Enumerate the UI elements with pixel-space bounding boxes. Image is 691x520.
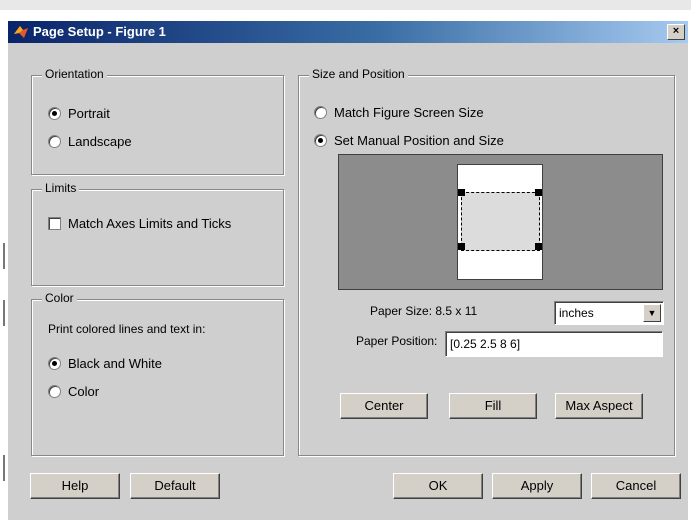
units-dropdown[interactable]: inches ▼	[554, 301, 664, 325]
ok-button[interactable]: OK	[393, 473, 483, 499]
figure-position-rect[interactable]	[461, 192, 540, 251]
paper-size-label: Paper Size: 8.5 x 11	[370, 304, 478, 318]
black-and-white-label: Black and White	[68, 356, 162, 371]
landscape-label: Landscape	[68, 134, 132, 149]
match-figure-screen-size-indicator[interactable]	[314, 106, 327, 119]
set-manual-position-indicator[interactable]	[314, 134, 327, 147]
paper-position-input[interactable]	[445, 331, 663, 357]
color-radio-indicator[interactable]	[48, 385, 61, 398]
resize-handle-bottom-right[interactable]	[535, 243, 542, 250]
matlab-logo-icon	[13, 24, 29, 40]
cancel-button[interactable]: Cancel	[591, 473, 681, 499]
paper-preview	[338, 154, 663, 290]
background-artifact	[3, 243, 5, 269]
apply-button[interactable]: Apply	[492, 473, 582, 499]
match-axes-checkbox-box[interactable]	[48, 217, 61, 230]
chevron-down-icon[interactable]: ▼	[643, 304, 661, 322]
fill-button[interactable]: Fill	[449, 393, 537, 419]
landscape-radio-indicator[interactable]	[48, 135, 61, 148]
orientation-group: Orientation Portrait Landscape	[31, 67, 284, 175]
black-and-white-radio-indicator[interactable]	[48, 357, 61, 370]
window-title: Page Setup - Figure 1	[33, 24, 166, 39]
limits-group: Limits Match Axes Limits and Ticks	[31, 181, 284, 286]
size-position-legend: Size and Position	[309, 67, 408, 81]
background-artifact	[3, 300, 5, 326]
title-bar[interactable]: Page Setup - Figure 1 ×	[8, 21, 688, 43]
color-group: Color Print colored lines and text in: B…	[31, 291, 284, 456]
color-prompt: Print colored lines and text in:	[48, 322, 206, 336]
color-radio[interactable]: Color	[48, 384, 99, 399]
match-figure-screen-size-radio[interactable]: Match Figure Screen Size	[314, 105, 484, 120]
paper-position-label: Paper Position:	[356, 334, 438, 348]
match-figure-screen-size-label: Match Figure Screen Size	[334, 105, 484, 120]
paper-sheet	[457, 164, 543, 280]
center-button[interactable]: Center	[340, 393, 428, 419]
limits-legend: Limits	[42, 181, 80, 195]
units-dropdown-value: inches	[559, 306, 594, 320]
close-icon[interactable]: ×	[667, 24, 685, 40]
background-artifact	[3, 455, 5, 481]
dialog-body: Orientation Portrait Landscape Limits Ma…	[8, 43, 688, 520]
match-axes-label: Match Axes Limits and Ticks	[68, 216, 232, 231]
color-option-label: Color	[68, 384, 100, 399]
portrait-radio-indicator[interactable]	[48, 107, 61, 120]
portrait-label: Portrait	[68, 106, 110, 121]
landscape-radio[interactable]: Landscape	[48, 134, 132, 149]
orientation-legend: Orientation	[42, 67, 107, 81]
match-axes-checkbox[interactable]: Match Axes Limits and Ticks	[48, 216, 231, 231]
set-manual-position-radio[interactable]: Set Manual Position and Size	[314, 133, 504, 148]
set-manual-position-label: Set Manual Position and Size	[334, 133, 504, 148]
black-and-white-radio[interactable]: Black and White	[48, 356, 162, 371]
resize-handle-top-left[interactable]	[458, 189, 465, 196]
portrait-radio[interactable]: Portrait	[48, 106, 110, 121]
help-button[interactable]: Help	[30, 473, 120, 499]
desktop-background	[0, 0, 691, 10]
max-aspect-button[interactable]: Max Aspect	[555, 393, 643, 419]
default-button[interactable]: Default	[130, 473, 220, 499]
color-legend: Color	[42, 291, 77, 305]
resize-handle-top-right[interactable]	[535, 189, 542, 196]
resize-handle-bottom-left[interactable]	[458, 243, 465, 250]
